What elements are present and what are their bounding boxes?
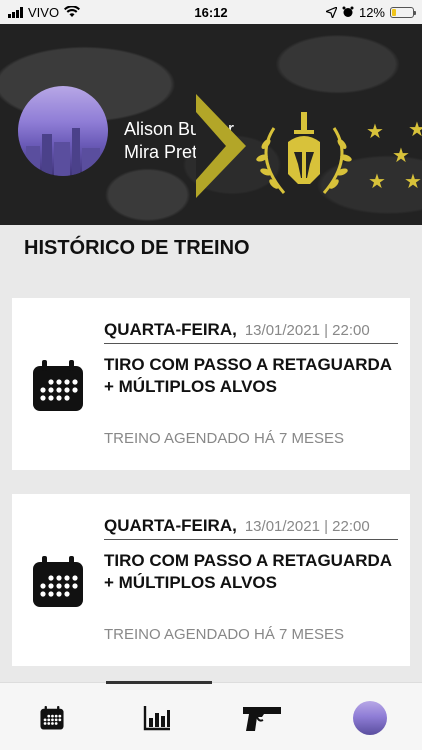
tab-profile[interactable] — [350, 701, 390, 735]
battery-icon — [390, 6, 416, 18]
card-header: QUARTA-FEIRA, 13/01/2021 | 22:00 — [104, 320, 398, 344]
status-bar: VIVO 16:12 12% — [0, 0, 422, 24]
star-icon: ★ — [366, 121, 384, 143]
signal-icon — [8, 6, 23, 18]
training-date: 13/01/2021 | 22:00 — [244, 518, 370, 535]
training-title: TIRO COM PASSO A RETAGUARDA + MÚLTIPLOS … — [104, 355, 392, 396]
star-icon: ★ — [408, 119, 422, 141]
card-header: QUARTA-FEIRA, 13/01/2021 | 22:00 — [104, 516, 398, 540]
calendar-icon — [33, 360, 83, 411]
profile-avatar[interactable] — [18, 86, 108, 176]
calendar-icon — [40, 706, 64, 730]
training-card[interactable]: QUARTA-FEIRA, 13/01/2021 | 22:00 TIRO CO… — [12, 298, 410, 470]
wifi-icon — [64, 6, 81, 17]
tab-calendar[interactable] — [32, 701, 72, 735]
carrier-label: VIVO — [28, 4, 60, 20]
active-tab-indicator — [106, 681, 212, 684]
bottom-tab-bar — [0, 681, 422, 750]
star-icon: ★ — [368, 171, 386, 193]
avatar — [353, 701, 387, 735]
bar-chart-icon — [143, 706, 170, 731]
training-status: TREINO AGENDADO HÁ 7 MESES — [104, 626, 345, 643]
chevron-decoration-inner — [196, 112, 226, 180]
status-left: VIVO — [8, 4, 81, 20]
training-day: QUARTA-FEIRA, — [104, 320, 237, 339]
spartan-emblem-icon — [256, 112, 352, 194]
tab-statistics[interactable] — [137, 701, 177, 735]
profile-banner: Alison Bucker Mira Preta ★ ★ ★ ★ ★ — [0, 24, 422, 225]
training-day: QUARTA-FEIRA, — [104, 516, 237, 535]
location-arrow-icon — [325, 6, 337, 18]
pistol-icon — [243, 707, 281, 731]
calendar-icon — [33, 556, 83, 607]
battery-percent: 12% — [358, 4, 385, 20]
training-title: TIRO COM PASSO A RETAGUARDA + MÚLTIPLOS … — [104, 551, 392, 592]
training-status: TREINO AGENDADO HÁ 7 MESES — [104, 430, 345, 447]
star-icon: ★ — [392, 145, 410, 167]
star-icon: ★ — [404, 171, 422, 193]
tab-weapons[interactable] — [242, 701, 282, 735]
section-title: HISTÓRICO DE TREINO — [24, 237, 250, 259]
status-right: 12% — [325, 4, 416, 20]
training-date: 13/01/2021 | 22:00 — [244, 322, 370, 339]
alarm-icon — [342, 6, 354, 17]
training-card[interactable]: QUARTA-FEIRA, 13/01/2021 | 22:00 TIRO CO… — [12, 494, 410, 666]
